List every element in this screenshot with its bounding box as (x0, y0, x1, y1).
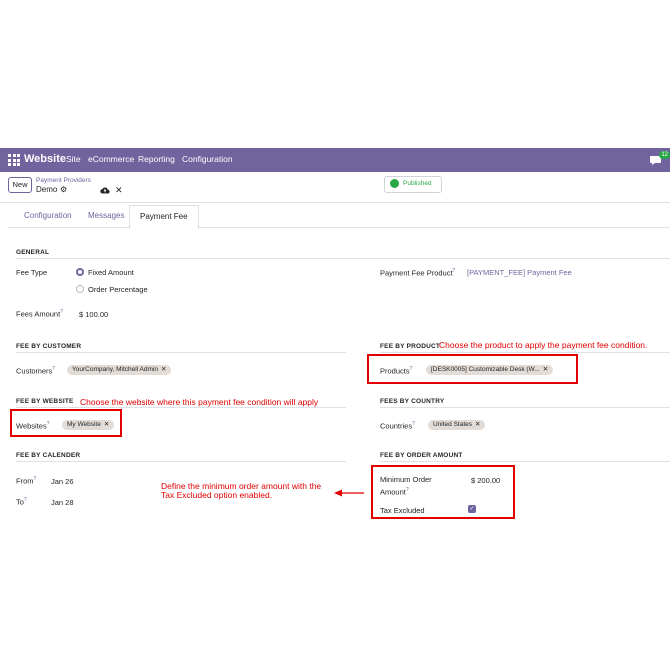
section-fee-by-customer-title: FEE BY CUSTOMER (16, 343, 82, 350)
tab-payment-fee[interactable]: Payment Fee (129, 205, 199, 229)
section-fee-by-country-title: FEES BY COUNTRY (380, 398, 445, 405)
menu-configuration[interactable]: Configuration (182, 154, 233, 164)
cloud-upload-icon[interactable] (100, 186, 110, 194)
app-brand[interactable]: Website (24, 153, 66, 165)
globe-icon (390, 179, 399, 188)
highlight-websites (10, 409, 122, 437)
customers-label: Customers? (16, 366, 56, 376)
divider (16, 258, 670, 259)
top-navbar: Website Site eCommerce Reporting Configu… (0, 148, 670, 172)
payment-fee-product-link[interactable]: [PAYMENT_FEE] Payment Fee (467, 268, 572, 277)
menu-reporting[interactable]: Reporting (138, 154, 175, 164)
highlight-order-amount (371, 465, 515, 519)
breadcrumb[interactable]: Payment Providers (36, 177, 91, 184)
radio-order-percentage[interactable] (76, 285, 84, 293)
section-fee-by-order-amount-title: FEE BY ORDER AMOUNT (380, 452, 463, 459)
chat-badge: 12 (659, 151, 670, 159)
countries-label: Countries? (380, 421, 415, 431)
divider (380, 461, 670, 462)
annotation-order-amount: Define the minimum order amount with the… (161, 481, 322, 500)
notebook-tabs: Configuration Messages Payment Fee (8, 205, 670, 229)
from-date[interactable]: Jan 26 (51, 477, 74, 486)
fees-amount-label: Fees Amount? (16, 309, 63, 319)
section-fee-by-calender-title: FEE BY CALENDER (16, 452, 81, 459)
annotation-website: Choose the website where this payment fe… (80, 397, 319, 407)
remove-tag-icon: ✕ (475, 421, 481, 428)
section-general-title: GENERAL (16, 249, 50, 256)
menu-ecommerce[interactable]: eCommerce (88, 154, 134, 164)
divider (380, 352, 670, 353)
customer-tag[interactable]: YourCompany, Mitchell Admin ✕ (67, 365, 172, 375)
payment-fee-product-label: Payment Fee Product? (380, 268, 456, 278)
highlight-products (367, 354, 578, 384)
country-tag[interactable]: United States ✕ (428, 420, 486, 430)
record-name: Demo (36, 185, 58, 194)
from-label: From? (16, 476, 37, 486)
divider (380, 407, 670, 408)
published-label: Published (403, 180, 432, 187)
section-fee-by-product-title: FEE BY PRODUCT (380, 343, 441, 350)
divider (16, 352, 346, 353)
control-panel: New Payment Providers Demo ⚙ ✕ Published (0, 172, 670, 203)
new-button[interactable]: New (8, 177, 32, 193)
section-fee-by-website-title: FEE BY WEBSITE (16, 398, 74, 405)
divider (16, 461, 346, 462)
divider (16, 407, 346, 408)
to-date[interactable]: Jan 28 (51, 498, 74, 507)
radio-fixed-amount[interactable] (76, 268, 84, 276)
to-label: To? (16, 497, 27, 507)
gear-icon[interactable]: ⚙ (60, 185, 67, 194)
remove-tag-icon: ✕ (161, 366, 167, 373)
menu-site[interactable]: Site (66, 154, 81, 164)
order-percentage-option[interactable]: Order Percentage (88, 285, 148, 294)
fees-amount-value[interactable]: $ 100.00 (79, 310, 108, 319)
tab-messages[interactable]: Messages (88, 205, 124, 227)
close-icon[interactable]: ✕ (115, 185, 123, 196)
published-button[interactable]: Published (384, 176, 442, 193)
annotation-product: Choose the product to apply the payment … (439, 340, 648, 350)
annotation-arrow-icon (334, 489, 364, 497)
apps-grid-icon[interactable] (8, 154, 20, 166)
fixed-amount-option[interactable]: Fixed Amount (88, 268, 134, 277)
tab-configuration[interactable]: Configuration (24, 205, 72, 227)
fee-type-label: Fee Type (16, 268, 48, 277)
